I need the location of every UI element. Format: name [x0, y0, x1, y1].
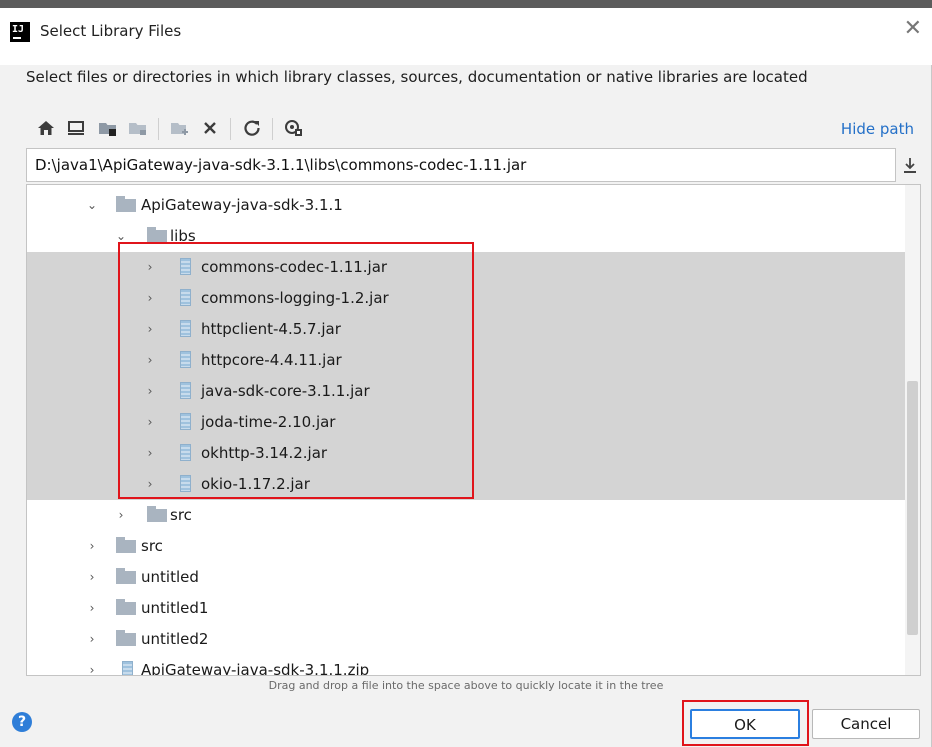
cancel-button[interactable]: Cancel	[812, 709, 920, 739]
chevron-right-icon[interactable]: ›	[85, 562, 99, 593]
folder-icon	[116, 630, 136, 646]
dialog-description: Select files or directories in which lib…	[26, 68, 808, 86]
tree-row-zip[interactable]: › ApiGateway-java-sdk-3.1.1.zip	[27, 655, 905, 675]
window-title: Select Library Files	[40, 22, 182, 40]
home-icon[interactable]	[34, 116, 58, 140]
delete-icon[interactable]	[198, 116, 222, 140]
folder-icon	[147, 227, 167, 243]
chevron-right-icon[interactable]: ›	[143, 469, 157, 500]
zip-icon	[122, 661, 133, 675]
chevron-right-icon[interactable]: ›	[143, 252, 157, 283]
tree-row-jar[interactable]: › commons-logging-1.2.jar	[27, 283, 905, 314]
tree-row-src[interactable]: › src	[27, 531, 905, 562]
jar-icon	[180, 258, 191, 275]
hide-path-link[interactable]: Hide path	[841, 120, 914, 138]
chevron-right-icon[interactable]: ›	[85, 624, 99, 655]
download-arrow-icon[interactable]	[898, 152, 922, 178]
module-folder-icon[interactable]	[126, 116, 150, 140]
show-hidden-icon[interactable]	[282, 116, 306, 140]
tree-row-libs[interactable]: ⌄ libs	[27, 221, 905, 252]
folder-icon	[116, 537, 136, 553]
tree-row-src[interactable]: › src	[27, 500, 905, 531]
folder-icon	[116, 599, 136, 615]
folder-icon	[147, 506, 167, 522]
chevron-right-icon[interactable]: ›	[85, 531, 99, 562]
select-library-files-dialog: IJ Select Library Files ✕ Select files o…	[0, 0, 932, 747]
jar-icon	[180, 444, 191, 461]
tree-row-jar[interactable]: › commons-codec-1.11.jar	[27, 252, 905, 283]
tree-row-jar[interactable]: › okio-1.17.2.jar	[27, 469, 905, 500]
help-button[interactable]: ?	[12, 712, 32, 732]
chevron-right-icon[interactable]: ›	[143, 314, 157, 345]
intellij-app-icon: IJ	[10, 22, 30, 42]
tree-row-untitled[interactable]: › untitled	[27, 562, 905, 593]
jar-icon	[180, 351, 191, 368]
jar-icon	[180, 413, 191, 430]
jar-icon	[180, 320, 191, 337]
project-folder-icon[interactable]	[96, 116, 120, 140]
toolbar: Hide path	[26, 112, 926, 146]
jar-icon	[180, 475, 191, 492]
folder-icon	[116, 196, 136, 212]
chevron-right-icon[interactable]: ›	[143, 407, 157, 438]
ok-button[interactable]: OK	[690, 709, 800, 739]
title-bar: IJ Select Library Files ✕	[0, 0, 932, 65]
chevron-down-icon[interactable]: ⌄	[114, 221, 128, 252]
chevron-right-icon[interactable]: ›	[114, 500, 128, 531]
file-tree[interactable]: ⌄ ApiGateway-java-sdk-3.1.1 ⌄ libs › com…	[26, 184, 921, 676]
chevron-right-icon[interactable]: ›	[85, 655, 99, 675]
jar-icon	[180, 382, 191, 399]
chevron-right-icon[interactable]: ›	[143, 438, 157, 469]
tree-row-jar[interactable]: › okhttp-3.14.2.jar	[27, 438, 905, 469]
chevron-right-icon[interactable]: ›	[85, 593, 99, 624]
desktop-icon[interactable]	[64, 116, 88, 140]
drag-drop-hint: Drag and drop a file into the space abov…	[268, 679, 664, 692]
jar-icon	[180, 289, 191, 306]
vertical-scrollbar[interactable]	[905, 185, 920, 675]
tree-row-jar[interactable]: › httpclient-4.5.7.jar	[27, 314, 905, 345]
tree-row-untitled2[interactable]: › untitled2	[27, 624, 905, 655]
tree-row-jar[interactable]: › joda-time-2.10.jar	[27, 407, 905, 438]
scrollbar-thumb[interactable]	[907, 381, 918, 635]
path-input[interactable]: D:\java1\ApiGateway-java-sdk-3.1.1\libs\…	[26, 148, 896, 182]
new-folder-icon[interactable]	[168, 116, 192, 140]
tree-row-untitled1[interactable]: › untitled1	[27, 593, 905, 624]
chevron-right-icon[interactable]: ›	[143, 283, 157, 314]
chevron-right-icon[interactable]: ›	[143, 376, 157, 407]
tree-row-jar[interactable]: › httpcore-4.4.11.jar	[27, 345, 905, 376]
refresh-icon[interactable]	[240, 116, 264, 140]
folder-icon	[116, 568, 136, 584]
chevron-down-icon[interactable]: ⌄	[85, 190, 99, 221]
tree-row-jar[interactable]: › java-sdk-core-3.1.1.jar	[27, 376, 905, 407]
chevron-right-icon[interactable]: ›	[143, 345, 157, 376]
tree-row-apigateway[interactable]: ⌄ ApiGateway-java-sdk-3.1.1	[27, 190, 905, 221]
close-icon[interactable]: ✕	[904, 16, 922, 42]
